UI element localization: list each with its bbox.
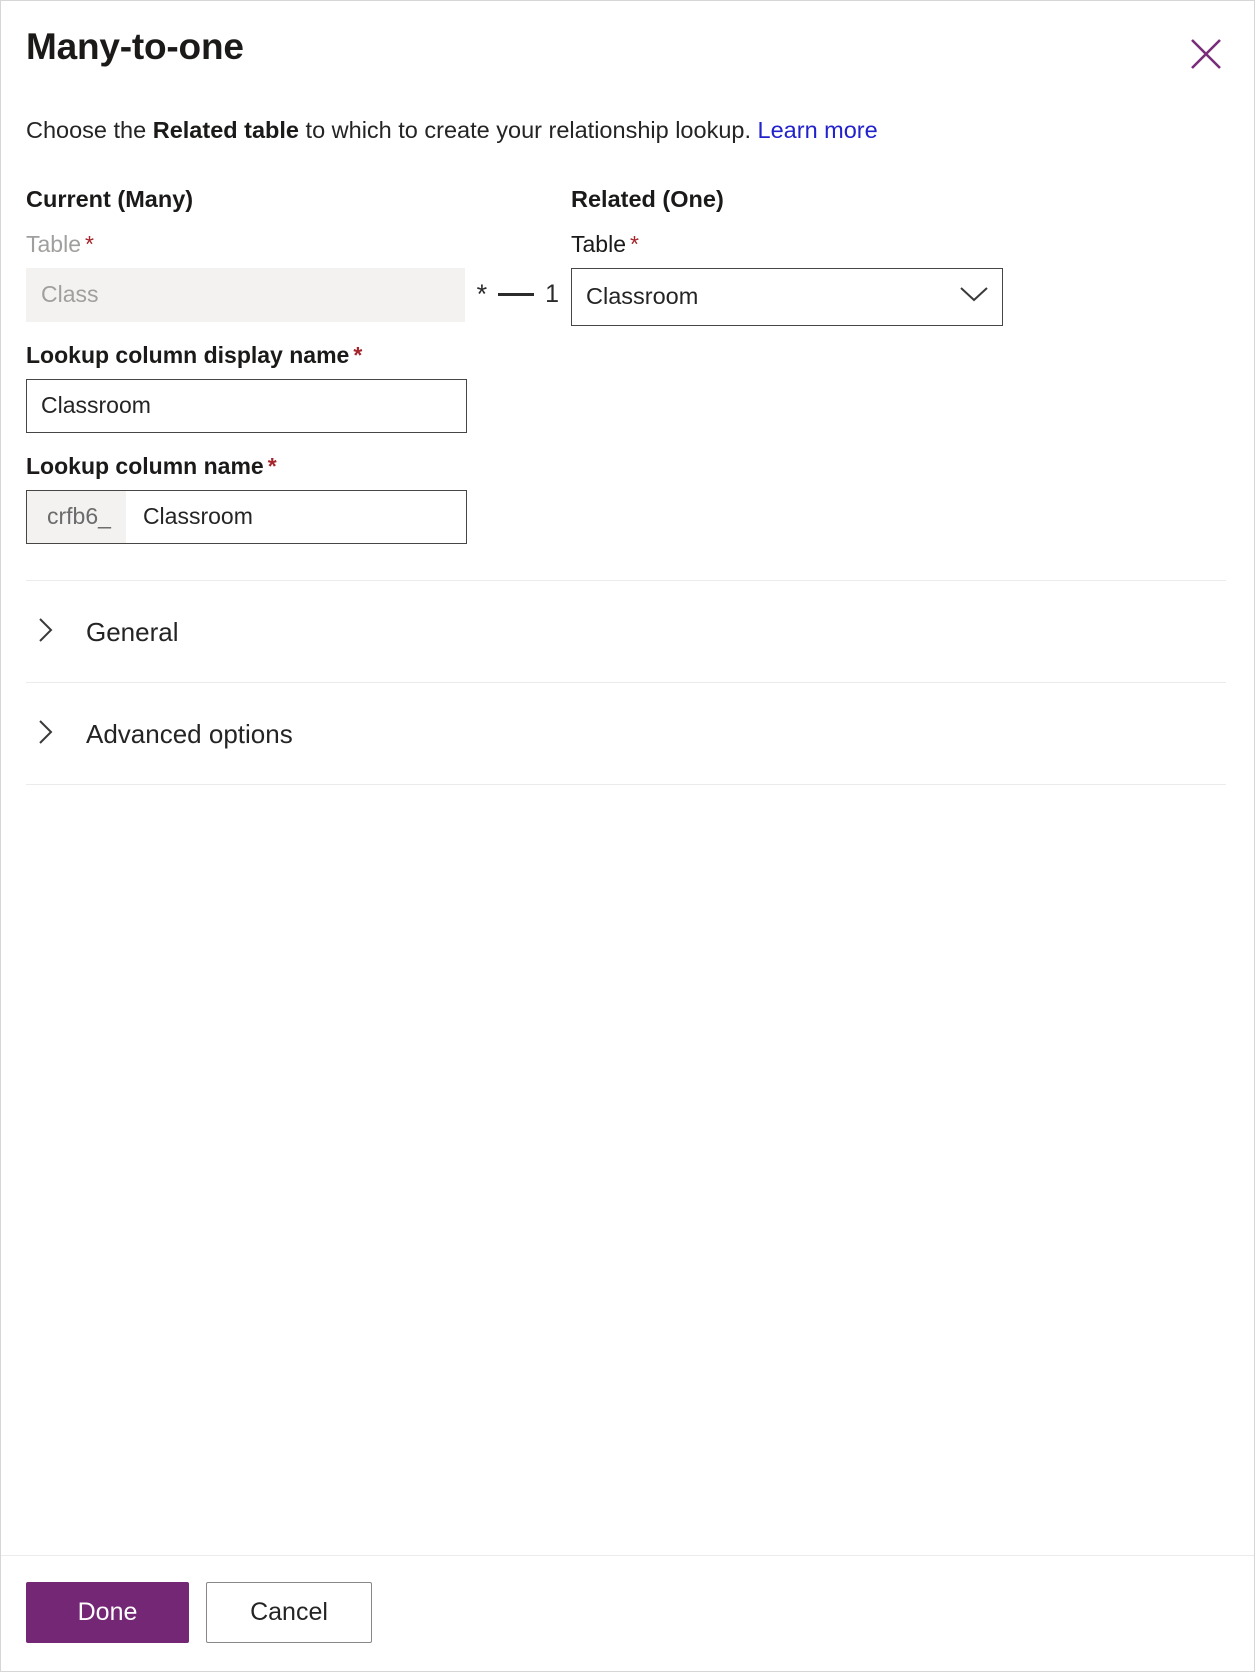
- chevron-down-icon: [959, 285, 989, 308]
- description-bold: Related table: [152, 116, 300, 143]
- chevron-right-icon: [38, 617, 64, 648]
- lookup-display-name-field: Lookup column display name * Classroom: [26, 341, 571, 433]
- description-prefix: Choose the: [26, 116, 153, 143]
- one-symbol: 1: [545, 280, 559, 309]
- current-many-column: Current (Many) Table * Class * 1 Lookup c…: [26, 188, 571, 544]
- collapsible-sections: General Advanced options: [26, 579, 1226, 785]
- close-icon: [1189, 37, 1223, 71]
- lookup-name-input-group: crfb6_ Classroom: [26, 489, 467, 544]
- dialog-description: Choose the Related table to which to cre…: [1, 115, 1254, 147]
- related-one-heading: Related (One): [571, 186, 724, 213]
- current-table-label-text: Table: [26, 230, 81, 257]
- related-table-label: Table *: [571, 230, 1226, 257]
- learn-more-link[interactable]: Learn more: [758, 117, 878, 143]
- close-button[interactable]: [1183, 31, 1229, 77]
- page-title: Many-to-one: [26, 26, 244, 67]
- done-button[interactable]: Done: [26, 1582, 189, 1643]
- lookup-display-name-label-text: Lookup column display name: [26, 341, 350, 368]
- section-general-label: General: [86, 617, 179, 648]
- lookup-name-label-text: Lookup column name: [26, 452, 264, 479]
- chevron-right-icon: [38, 719, 64, 750]
- current-table-input: Class: [26, 267, 465, 322]
- lookup-name-label: Lookup column name *: [26, 452, 571, 479]
- many-to-one-dialog: Many-to-one Choose the Related table to …: [0, 0, 1255, 1672]
- related-table-label-text: Table: [571, 230, 626, 257]
- current-table-label: Table *: [26, 230, 571, 257]
- related-table-dropdown-value: Classroom: [586, 283, 699, 310]
- lookup-display-name-label: Lookup column display name *: [26, 341, 571, 368]
- lookup-name-field: Lookup column name * crfb6_ Classroom: [26, 452, 571, 544]
- required-asterisk: *: [84, 230, 94, 257]
- dialog-footer: Done Cancel: [1, 1555, 1254, 1671]
- lookup-display-name-input[interactable]: Classroom: [26, 378, 467, 433]
- section-general[interactable]: General: [26, 579, 1226, 682]
- current-table-field-row: Class * 1: [26, 267, 571, 322]
- section-advanced-options[interactable]: Advanced options: [26, 681, 1226, 785]
- dialog-header: Many-to-one: [1, 1, 1254, 69]
- many-symbol: *: [476, 279, 488, 310]
- relationship-line: [498, 293, 535, 297]
- related-one-column: Related (One) Table * Classroom: [571, 188, 1226, 326]
- section-advanced-options-label: Advanced options: [86, 719, 293, 750]
- lookup-name-input[interactable]: Classroom: [126, 491, 466, 543]
- current-many-heading: Current (Many): [26, 186, 194, 213]
- table-selection-row: Current (Many) Table * Class * 1 Lookup c…: [26, 188, 1226, 544]
- dialog-body: Current (Many) Table * Class * 1 Lookup c…: [1, 146, 1254, 1555]
- required-asterisk: *: [353, 341, 363, 368]
- related-table-dropdown[interactable]: Classroom: [571, 267, 1003, 326]
- lookup-name-prefix: crfb6_: [27, 490, 126, 543]
- description-suffix: to which to create your relationship loo…: [299, 116, 758, 143]
- cancel-button[interactable]: Cancel: [206, 1582, 372, 1643]
- required-asterisk: *: [629, 230, 639, 257]
- relationship-indicator: * 1: [477, 268, 559, 322]
- required-asterisk: *: [267, 452, 277, 479]
